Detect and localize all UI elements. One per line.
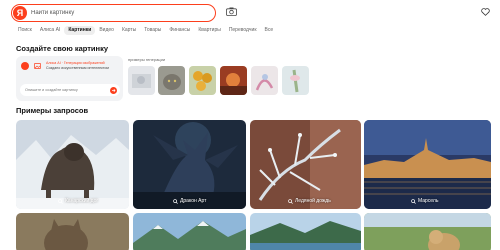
- alice-badge-icon: [21, 62, 29, 70]
- examples-section-title: Примеры запросов: [16, 106, 89, 115]
- tab-search[interactable]: Поиск: [14, 26, 36, 35]
- example-tile[interactable]: [364, 213, 491, 250]
- camera-icon[interactable]: [226, 7, 237, 16]
- example-tile[interactable]: Канарский дог: [16, 120, 129, 209]
- generation-card-title: Алиса AI · Генерация изображений: [46, 61, 105, 65]
- generation-example-thumb[interactable]: [220, 66, 247, 95]
- example-tile-text: Ледяной дождь: [295, 198, 331, 204]
- send-button[interactable]: [110, 86, 117, 94]
- image-icon: [34, 63, 41, 69]
- generation-prompt-placeholder: Опишите и создайте картинку: [25, 87, 78, 92]
- example-tile-label: Канарский дог: [58, 198, 98, 204]
- magnifier-icon: [173, 198, 178, 204]
- yandex-logo[interactable]: Я: [13, 5, 27, 20]
- search-input[interactable]: [31, 7, 201, 19]
- magnifier-icon: [411, 198, 416, 204]
- search-box[interactable]: Я: [11, 4, 216, 22]
- mountain-photo: [133, 213, 246, 250]
- create-section-title: Создайте свою картинку: [16, 44, 108, 53]
- tab-all[interactable]: Все: [261, 26, 278, 35]
- dragon-art: [133, 120, 246, 209]
- generation-example-thumb[interactable]: [158, 66, 185, 95]
- example-tile-label: Ледяной дождь: [288, 198, 331, 204]
- ice-rain-photo: [250, 120, 361, 209]
- heart-icon[interactable]: [481, 8, 490, 16]
- generation-prompt-input[interactable]: Опишите и создайте картинку: [20, 84, 120, 96]
- example-tile-text: Дракон Арт: [180, 198, 207, 204]
- generation-examples-label: примеры генерации: [128, 57, 166, 62]
- dog-photo: [16, 120, 129, 209]
- tab-images[interactable]: Картинки: [64, 26, 96, 35]
- generation-card-subtitle: Создано искусственным интеллектом: [46, 66, 109, 70]
- tab-apartments[interactable]: Квартиры: [194, 26, 224, 35]
- nav-tabs: Поиск Алиса AI Картинки Видео Карты Това…: [14, 26, 277, 35]
- cat-photo: [16, 213, 129, 250]
- lake-photo: [250, 213, 361, 250]
- example-tile[interactable]: Дракон Арт: [133, 120, 246, 209]
- example-tile[interactable]: Ледяной дождь: [250, 120, 361, 209]
- marseille-photo: [364, 120, 491, 209]
- example-tile[interactable]: [250, 213, 361, 250]
- magnifier-icon: [288, 198, 293, 204]
- example-tile-label: Дракон Арт: [173, 198, 206, 204]
- tab-video[interactable]: Видео: [95, 26, 118, 35]
- generation-card: Алиса AI · Генерация изображений Создано…: [16, 56, 123, 101]
- magnifier-icon: [58, 198, 63, 204]
- arrow-right-icon: [112, 88, 116, 92]
- tab-maps[interactable]: Карты: [118, 26, 140, 35]
- generation-example-thumb[interactable]: [282, 66, 309, 95]
- generation-example-thumb[interactable]: [128, 66, 155, 95]
- example-tile-label: Марсель: [411, 198, 438, 204]
- generation-example-thumb[interactable]: [251, 66, 278, 95]
- tab-finance[interactable]: Финансы: [165, 26, 194, 35]
- example-tile-text: Марсель: [418, 198, 439, 204]
- tab-products[interactable]: Товары: [140, 26, 165, 35]
- example-tile[interactable]: [16, 213, 129, 250]
- tab-alice-ai[interactable]: Алиса AI: [36, 26, 64, 35]
- example-tile[interactable]: Марсель: [364, 120, 491, 209]
- example-tile[interactable]: [133, 213, 246, 250]
- generation-example-thumb[interactable]: [189, 66, 216, 95]
- tab-translator[interactable]: Переводчик: [225, 26, 261, 35]
- puppy-photo: [364, 213, 491, 250]
- example-tile-text: Канарский дог: [65, 198, 99, 204]
